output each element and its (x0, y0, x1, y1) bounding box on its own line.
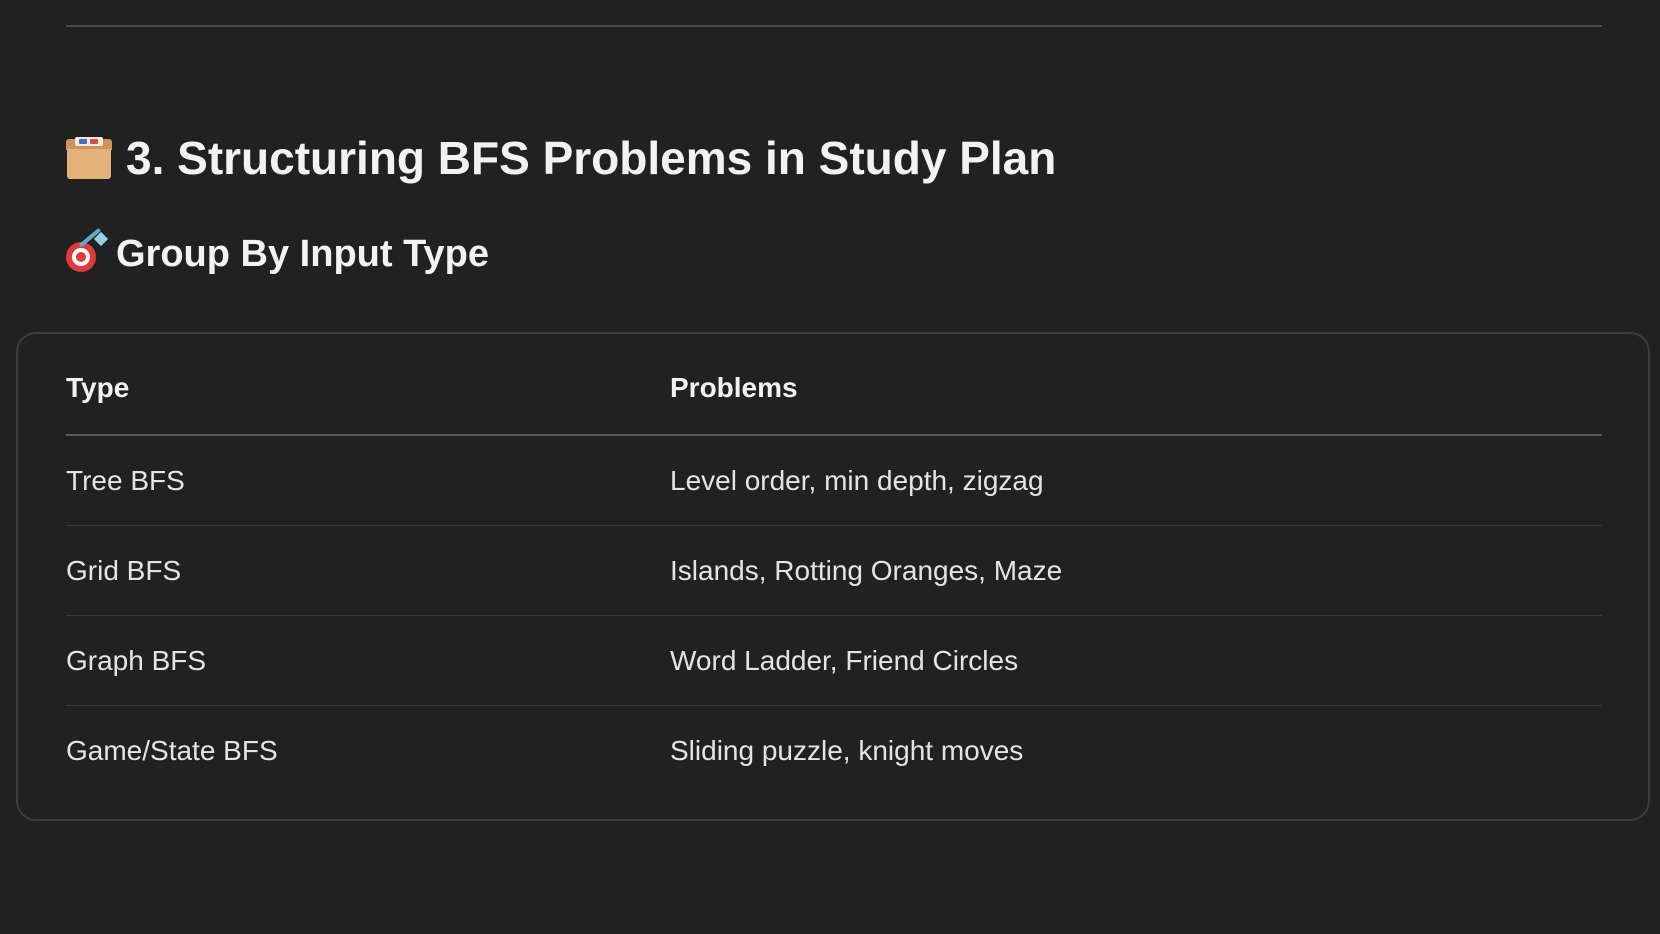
column-header-problems: Problems (670, 334, 1602, 436)
card-file-box-icon (66, 137, 112, 179)
section-heading: 3. Structuring BFS Problems in Study Pla… (66, 128, 1056, 188)
table-row: Graph BFS Word Ladder, Friend Circles (66, 615, 1602, 706)
cell-type: Graph BFS (66, 615, 670, 706)
document-page: 3. Structuring BFS Problems in Study Pla… (0, 0, 1660, 934)
cell-type: Grid BFS (66, 525, 670, 616)
subsection-heading-text: Group By Input Type (116, 232, 489, 275)
direct-hit-icon (66, 227, 109, 274)
cell-type: Tree BFS (66, 435, 670, 526)
bfs-problems-table: Type Problems Tree BFS Level order, min … (66, 334, 1602, 795)
cell-problems: Word Ladder, Friend Circles (670, 615, 1602, 706)
section-heading-text: 3. Structuring BFS Problems in Study Pla… (126, 132, 1057, 184)
table-row: Game/State BFS Sliding puzzle, knight mo… (66, 706, 1602, 796)
subsection-heading: Group By Input Type (66, 227, 489, 278)
horizontal-divider (66, 25, 1602, 27)
table-row: Grid BFS Islands, Rotting Oranges, Maze (66, 525, 1602, 616)
cell-problems: Level order, min depth, zigzag (670, 435, 1602, 526)
cell-type: Game/State BFS (66, 734, 278, 766)
cell-problems: Islands, Rotting Oranges, Maze (670, 525, 1602, 616)
table-row: Tree BFS Level order, min depth, zigzag (66, 435, 1602, 526)
column-header-type: Type (66, 334, 670, 436)
table-container: Type Problems Tree BFS Level order, min … (16, 332, 1650, 821)
table-header-row: Type Problems (66, 334, 1602, 436)
cell-problems: Sliding puzzle, knight moves (670, 734, 1024, 766)
